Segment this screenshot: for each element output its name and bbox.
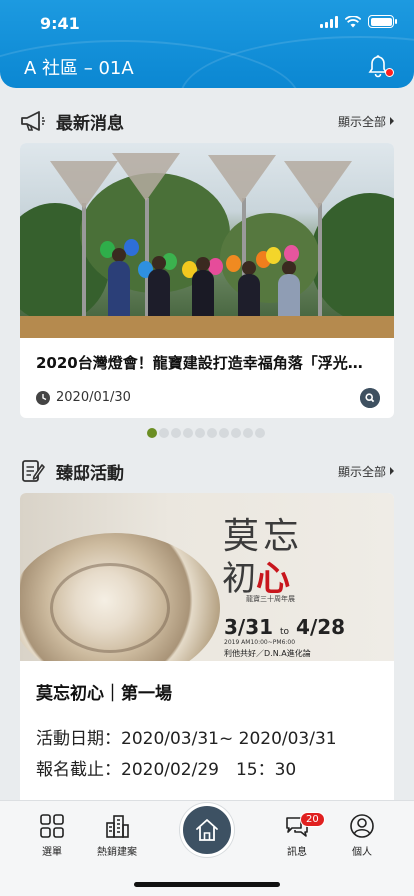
event-poster: 莫忘 初心 龍寶三十周年展 3/31 to 4/28 2019 AM10:00~… (20, 493, 394, 661)
poster-title-line2: 初心 (222, 551, 290, 600)
shell-ring (50, 563, 170, 653)
pager-dot[interactable] (171, 428, 181, 438)
news-section-header: 最新消息 顯示全部 (20, 107, 394, 135)
pager-dot[interactable] (183, 428, 193, 438)
search-icon[interactable] (360, 388, 380, 408)
pager-dot[interactable] (243, 428, 253, 438)
poster-title-char: 初 (222, 559, 256, 599)
buildings-icon (106, 815, 129, 838)
tab-messages-label: 訊息 (287, 847, 307, 858)
events-section-title: 臻邸活動 (56, 463, 124, 484)
notification-dot (385, 68, 394, 77)
poster-hours: 2019 AM10:00~PM6:00 (224, 639, 296, 646)
signal-icon (320, 15, 338, 28)
event-date-line: 活動日期：2020/03/31~ 2020/03/31 (36, 729, 337, 749)
wifi-icon (345, 15, 361, 27)
tab-profile[interactable]: 個人 (327, 813, 397, 858)
news-card[interactable]: 2020台灣燈會！龍寶建設打造幸福角落「浮光… 2020/01/30 (20, 143, 394, 418)
show-all-label: 顯示全部 (337, 464, 386, 479)
app-header: 9:41 A 社區 – 01A (0, 0, 414, 88)
poster-date-start: 3/31 (224, 615, 274, 639)
pager-dot[interactable] (195, 428, 205, 438)
poster-date-range: 3/31 to 4/28 (224, 615, 345, 639)
poster-title-char-red: 心 (256, 559, 290, 599)
events-show-all-link[interactable]: 顯示全部 (338, 463, 394, 480)
news-section-title: 最新消息 (56, 113, 124, 134)
event-item-title: 莫忘初心｜第一場 (36, 684, 172, 704)
news-card-body: 2020台灣燈會！龍寶建設打造幸福角落「浮光… 2020/01/30 (20, 338, 394, 418)
user-icon (350, 814, 374, 838)
news-item-date-row: 2020/01/30 (36, 390, 131, 405)
event-card[interactable]: 莫忘 初心 龍寶三十周年展 3/31 to 4/28 2019 AM10:00~… (20, 493, 394, 813)
event-deadline-line: 報名截止：2020/02/29 15：30 (36, 760, 297, 780)
clock-icon (36, 390, 50, 405)
home-indicator (134, 882, 280, 887)
tab-profile-label: 個人 (352, 847, 372, 858)
poster-date-to: to (280, 627, 290, 637)
poster-date-end: 4/28 (296, 615, 346, 639)
status-time: 9:41 (40, 14, 80, 33)
events-section-header: 臻邸活動 顯示全部 (20, 457, 394, 485)
pager-dot[interactable] (231, 428, 241, 438)
tab-menu[interactable]: 選單 (17, 813, 87, 858)
status-icons (320, 15, 397, 28)
news-item-title: 2020台灣燈會！龍寶建設打造幸福角落「浮光… (36, 354, 363, 372)
grid-menu-icon (40, 814, 64, 838)
caret-right-icon (390, 467, 394, 475)
home-icon (196, 819, 218, 841)
tab-projects[interactable]: 熱銷建案 (82, 813, 152, 858)
poster-theme: 利他共好／D.N.A進化論 (224, 649, 311, 658)
megaphone-icon (21, 111, 45, 131)
news-show-all-link[interactable]: 顯示全部 (338, 113, 394, 130)
event-card-body: 莫忘初心｜第一場 活動日期：2020/03/31~ 2020/03/31 報名截… (20, 661, 394, 798)
poster-subtitle: 龍寶三十周年展 (246, 595, 295, 603)
caret-right-icon (390, 117, 394, 125)
tab-menu-label: 選單 (42, 847, 62, 858)
pager-dot[interactable] (255, 428, 265, 438)
notepad-pen-icon (22, 460, 45, 482)
battery-icon (368, 15, 397, 28)
tab-projects-label: 熱銷建案 (97, 847, 137, 858)
messages-count-badge: 20 (300, 812, 325, 827)
show-all-label: 顯示全部 (337, 114, 386, 129)
news-photo (20, 143, 394, 338)
news-item-date: 2020/01/30 (56, 390, 131, 405)
community-title[interactable]: A 社區 – 01A (24, 54, 134, 80)
pager-dot[interactable] (207, 428, 217, 438)
pager-dot[interactable] (147, 428, 157, 438)
pager-dot[interactable] (219, 428, 229, 438)
pager-dot[interactable] (159, 428, 169, 438)
home-button[interactable] (180, 803, 234, 857)
news-pager (147, 428, 265, 438)
